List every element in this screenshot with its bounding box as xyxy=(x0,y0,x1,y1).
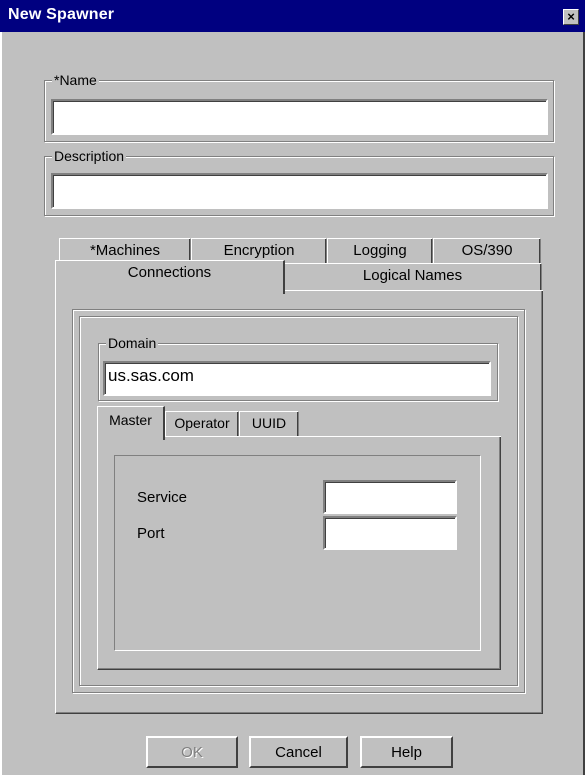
tab-operator[interactable]: Operator xyxy=(165,411,239,437)
domain-input[interactable]: us.sas.com xyxy=(103,361,491,396)
service-label: Service xyxy=(137,489,188,506)
port-input[interactable] xyxy=(323,516,457,550)
name-label: *Name xyxy=(52,72,99,88)
tab-logging[interactable]: Logging xyxy=(327,238,433,264)
name-input[interactable] xyxy=(51,99,548,135)
tab-master[interactable]: Master xyxy=(97,406,165,440)
tab-panel-top-edge xyxy=(285,290,543,291)
tab-uuid[interactable]: UUID xyxy=(239,411,299,437)
description-input[interactable] xyxy=(51,173,548,209)
domain-label: Domain xyxy=(106,335,159,351)
service-input[interactable] xyxy=(323,480,457,514)
ok-button[interactable]: OK xyxy=(146,736,238,768)
window-title: New Spawner xyxy=(8,6,115,23)
inner-panel-top-edge xyxy=(165,436,501,437)
tab-connections[interactable]: Connections xyxy=(55,260,285,294)
close-icon[interactable]: × xyxy=(563,9,579,25)
cancel-button[interactable]: Cancel xyxy=(249,736,348,768)
help-button[interactable]: Help xyxy=(360,736,453,768)
tab-os390[interactable]: OS/390 xyxy=(433,238,541,264)
tab-logical-names[interactable]: Logical Names xyxy=(283,263,542,291)
description-label: Description xyxy=(52,148,127,164)
port-label: Port xyxy=(137,525,165,542)
